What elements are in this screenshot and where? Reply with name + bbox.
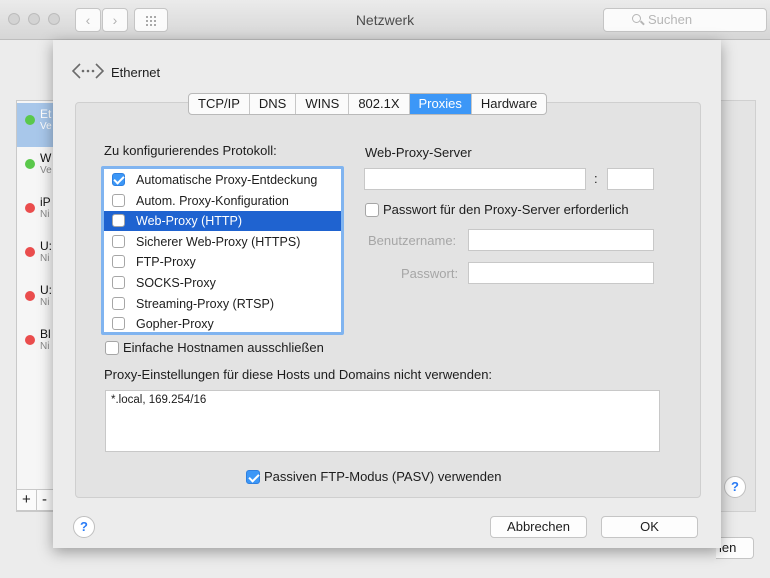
protocol-label: Web-Proxy (HTTP) [136, 214, 243, 229]
protocol-item[interactable]: Gopher-Proxy [104, 314, 341, 334]
search-field[interactable]: Suchen [603, 8, 767, 32]
protocol-checkbox[interactable] [112, 317, 125, 331]
status-dot-icon [25, 159, 35, 169]
proxy-host-input[interactable] [364, 168, 586, 190]
tab-8021x[interactable]: 802.1X [349, 94, 410, 114]
cancel-button[interactable]: Abbrechen [490, 516, 587, 538]
tab-tcpip[interactable]: TCP/IP [189, 94, 250, 114]
password-label: Passwort: [401, 266, 459, 281]
password-required-label: Passwort für den Proxy-Server erforderli… [383, 202, 629, 217]
protocol-item[interactable]: Automatische Proxy-Entdeckung [104, 170, 341, 190]
ethernet-icon [72, 63, 104, 79]
protocol-label: Sicherer Web-Proxy (HTTPS) [136, 234, 301, 249]
protocol-item[interactable]: Streaming-Proxy (RTSP) [104, 294, 341, 314]
divider [36, 490, 37, 510]
background-apply-button[interactable]: len [716, 537, 754, 559]
service-add-remove-control: + - [16, 489, 56, 511]
proxy-port-input[interactable] [607, 168, 654, 190]
bypass-heading: Proxy-Einstellungen für diese Hosts und … [104, 367, 493, 382]
background-apply-label: len [719, 540, 737, 555]
protocol-item[interactable]: Autom. Proxy-Konfiguration [104, 191, 341, 211]
service-item[interactable]: Bl Ni [17, 323, 57, 367]
status-dot-icon [25, 335, 35, 345]
help-button[interactable]: ? [73, 516, 95, 538]
protocol-checkbox[interactable] [112, 234, 125, 248]
passive-ftp-label: Passiven FTP-Modus (PASV) verwenden [264, 469, 502, 484]
protocol-label: SOCKS-Proxy [136, 276, 216, 290]
tab-dns[interactable]: DNS [250, 94, 297, 114]
protocol-checkbox[interactable] [112, 193, 125, 207]
protocol-label: Gopher-Proxy [136, 317, 214, 332]
tab-hardware[interactable]: Hardware [472, 94, 546, 114]
advanced-settings-sheet: Ethernet TCP/IP DNS WINS 802.1X Proxies … [53, 40, 721, 548]
remove-service-button[interactable]: - [42, 491, 47, 508]
exclude-hostnames-label: Einfache Hostnamen ausschließen [123, 340, 324, 355]
background-help-button[interactable]: ? [724, 476, 746, 498]
service-item[interactable]: iP Ni [17, 191, 57, 235]
tab-wins[interactable]: WINS [296, 94, 350, 114]
username-input[interactable] [468, 229, 654, 251]
protocol-checkbox[interactable] [112, 214, 125, 228]
tab-proxies[interactable]: Proxies [409, 94, 472, 114]
interface-title: Ethernet [111, 65, 161, 80]
port-separator: : [594, 171, 598, 186]
protocol-label: Automatische Proxy-Entdeckung [136, 173, 318, 187]
exclude-hostnames-checkbox[interactable] [105, 341, 119, 355]
protocol-label: Streaming-Proxy (RTSP) [136, 296, 274, 311]
bypass-hosts-textarea[interactable]: *.local, 169.254/16 [105, 390, 660, 452]
protocol-label: Autom. Proxy-Konfiguration [136, 193, 289, 208]
protocol-checkbox[interactable] [112, 255, 125, 269]
background-detail-pane [720, 100, 756, 512]
protocol-checkbox[interactable] [112, 296, 125, 310]
password-input[interactable] [468, 262, 654, 284]
protocol-item[interactable]: Sicherer Web-Proxy (HTTPS) [104, 232, 341, 252]
username-label: Benutzername: [368, 233, 457, 248]
passive-ftp-checkbox[interactable] [246, 470, 260, 484]
service-item[interactable]: U: Ni [17, 279, 57, 323]
protocol-item[interactable]: SOCKS-Proxy [104, 273, 341, 293]
service-item[interactable]: W Ve [17, 147, 57, 191]
service-list[interactable]: Et Ve W Ve iP Ni U: Ni U: Ni Bl Ni [16, 100, 57, 512]
protocol-item[interactable]: Web-Proxy (HTTP) [104, 211, 341, 232]
status-dot-icon [25, 291, 35, 301]
service-item[interactable]: U: Ni [17, 235, 57, 279]
search-icon [632, 14, 641, 23]
search-placeholder: Suchen [648, 12, 693, 27]
protocols-heading: Zu konfigurierendes Protokoll: [104, 143, 277, 158]
protocol-item[interactable]: FTP-Proxy [104, 252, 341, 272]
password-required-checkbox[interactable] [365, 203, 379, 217]
protocol-list[interactable]: Automatische Proxy-Entdeckung Autom. Prox… [101, 166, 344, 335]
tab-bar: TCP/IP DNS WINS 802.1X Proxies Hardware [188, 93, 548, 115]
status-dot-icon [25, 247, 35, 257]
service-item[interactable]: Et Ve [17, 103, 57, 147]
proxy-server-heading: Web-Proxy-Server [365, 145, 472, 160]
status-dot-icon [25, 203, 35, 213]
protocol-label: FTP-Proxy [136, 255, 196, 270]
status-dot-icon [25, 115, 35, 125]
window-titlebar: ‹ › Netzwerk Suchen [0, 0, 770, 40]
add-service-button[interactable]: + [22, 491, 31, 508]
protocol-checkbox[interactable] [112, 173, 125, 186]
protocol-checkbox[interactable] [112, 276, 125, 289]
ok-button[interactable]: OK [601, 516, 698, 538]
